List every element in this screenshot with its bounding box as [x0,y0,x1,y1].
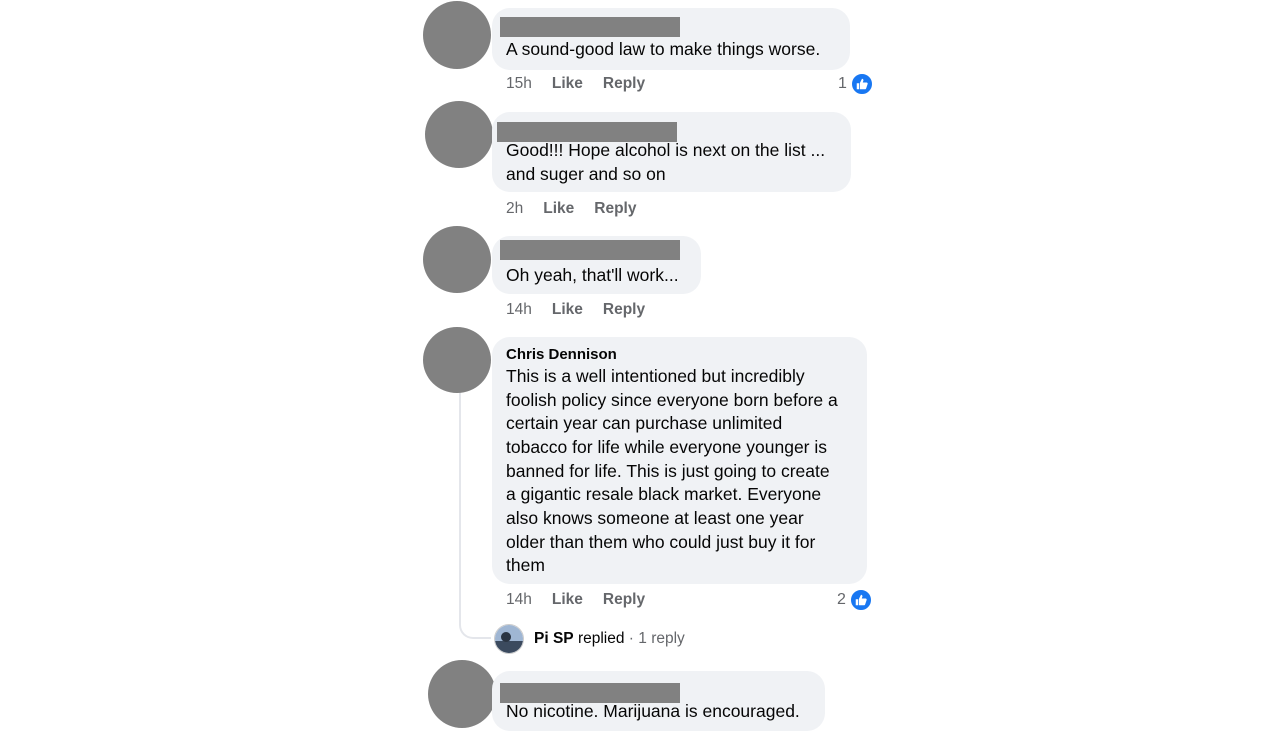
reply-separator: · [628,630,634,647]
avatar[interactable] [423,226,491,293]
comment-text: certain year can purchase unlimited [506,413,783,433]
like-thumb-icon [849,589,872,611]
timestamp: 14h [506,301,532,318]
like-thumb-icon [850,73,873,95]
reaction-count: 1 [838,75,847,92]
comment-text: banned for life. This is just going to c… [506,461,830,481]
reply-button[interactable]: Reply [594,200,636,218]
view-replies-link[interactable]: Pi SP replied · 1 reply [494,624,685,654]
comment-text: foolish policy since everyone born befor… [506,390,838,410]
comment-meta: 15h Like Reply [506,75,645,93]
comment-text: Good!!! Hope alcohol is next on the list… [506,140,826,160]
timestamp: 2h [506,200,524,217]
redacted-author-name [500,17,680,37]
reaction-count: 2 [837,591,846,608]
comment-text: older than them who could just buy it fo… [506,532,816,552]
comment-text: No nicotine. Marijuana is encouraged. [506,701,800,721]
comment-text: and suger and so on [506,164,666,184]
like-button[interactable]: Like [552,591,583,609]
avatar[interactable] [425,101,493,168]
reaction-summary[interactable]: 1 [838,73,873,95]
like-button[interactable]: Like [552,75,583,93]
comment-meta: 2h Like Reply [506,200,636,218]
reply-button[interactable]: Reply [603,591,645,609]
like-button[interactable]: Like [552,301,583,319]
comment-text: a gigantic resale black market. Everyone [506,484,822,504]
comment-meta: 14h Like Reply [506,301,645,319]
like-button[interactable]: Like [543,200,574,218]
avatar[interactable] [423,1,491,69]
reply-button[interactable]: Reply [603,75,645,93]
comment-meta: 14h Like Reply [506,591,645,609]
timestamp: 14h [506,591,532,608]
avatar[interactable] [423,327,491,393]
timestamp: 15h [506,75,532,92]
comment-text: A sound-good law to make things worse. [506,39,821,59]
reply-author: Pi SP [534,630,574,647]
comment-text: Oh yeah, that'll work... [506,265,679,285]
reaction-summary[interactable]: 2 [837,589,872,611]
redacted-author-name [500,240,680,260]
comment-author[interactable]: Chris Dennison [506,346,617,363]
comment-text: them [506,555,545,575]
reply-avatar [494,624,524,654]
reply-button[interactable]: Reply [603,301,645,319]
comment-text: This is a well intentioned but incredibl… [506,366,805,386]
comment-text: also knows someone at least one year [506,508,804,528]
reply-count: 1 reply [638,630,685,647]
reply-action: replied [577,630,625,647]
comment-text: tobacco for life while everyone younger … [506,437,828,457]
avatar[interactable] [428,660,496,728]
reply-thread-line [459,393,491,639]
